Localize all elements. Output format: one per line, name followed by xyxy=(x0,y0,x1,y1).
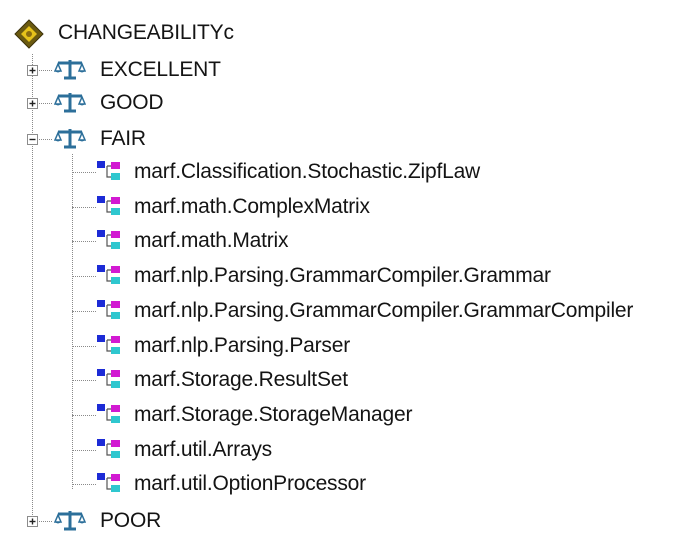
class-node[interactable]: marf.util.Arrays xyxy=(96,433,272,467)
tree-connector xyxy=(72,415,96,416)
tree-connector xyxy=(72,241,96,242)
class-hierarchy-icon xyxy=(96,472,122,499)
tree-connector xyxy=(72,207,96,208)
tree-connector xyxy=(72,346,96,347)
tree-root-node[interactable]: CHANGEABILITYc xyxy=(14,16,234,50)
class-node-label: marf.Storage.StorageManager xyxy=(134,403,413,426)
tree-node-excellent[interactable]: EXCELLENT xyxy=(53,53,221,87)
tree-connector xyxy=(72,484,96,485)
class-node[interactable]: marf.Classification.Stochastic.ZipfLaw xyxy=(96,155,480,189)
expand-toggle[interactable] xyxy=(27,65,38,76)
scales-icon xyxy=(53,58,87,85)
expand-toggle[interactable] xyxy=(27,98,38,109)
scales-icon xyxy=(53,509,87,536)
class-node-label: marf.util.OptionProcessor xyxy=(134,472,366,495)
scales-icon xyxy=(53,127,87,154)
tree-root-label: CHANGEABILITYc xyxy=(58,21,234,44)
class-node[interactable]: marf.Storage.ResultSet xyxy=(96,363,348,397)
class-node[interactable]: marf.util.OptionProcessor xyxy=(96,467,366,501)
class-node-label: marf.nlp.Parsing.Parser xyxy=(134,334,350,357)
class-hierarchy-icon xyxy=(96,264,122,291)
tree-connector xyxy=(72,172,96,173)
tree-node-poor[interactable]: POOR xyxy=(53,504,162,538)
tree-node-label: EXCELLENT xyxy=(100,58,221,81)
tree-node-good[interactable]: GOOD xyxy=(53,86,164,120)
collapse-toggle[interactable] xyxy=(27,134,38,145)
scales-icon xyxy=(53,91,87,118)
expand-toggle[interactable] xyxy=(27,516,38,527)
class-node-label: marf.Storage.ResultSet xyxy=(134,368,348,391)
class-hierarchy-icon xyxy=(96,334,122,361)
class-node-label: marf.math.Matrix xyxy=(134,229,289,252)
tree-connector xyxy=(72,311,96,312)
tree-connector xyxy=(72,276,96,277)
diamond-node-icon xyxy=(14,19,44,54)
tree-guide-fair xyxy=(72,154,73,489)
tree-node-label: POOR xyxy=(100,509,162,532)
class-node[interactable]: marf.nlp.Parsing.GrammarCompiler.Grammar xyxy=(96,259,551,293)
class-node[interactable]: marf.nlp.Parsing.Parser xyxy=(96,329,350,363)
class-hierarchy-icon xyxy=(96,195,122,222)
class-node[interactable]: marf.math.ComplexMatrix xyxy=(96,190,370,224)
class-hierarchy-icon xyxy=(96,299,122,326)
class-hierarchy-icon xyxy=(96,403,122,430)
class-node[interactable]: marf.Storage.StorageManager xyxy=(96,398,412,432)
class-hierarchy-icon xyxy=(96,368,122,395)
class-node-label: marf.util.Arrays xyxy=(134,438,272,461)
tree-view[interactable]: CHANGEABILITYc EXCELLENT GOOD FAIR marf.Cla… xyxy=(0,0,695,536)
class-node-label: marf.nlp.Parsing.GrammarCompiler.Grammar… xyxy=(134,299,634,322)
tree-node-fair[interactable]: FAIR xyxy=(53,122,146,156)
class-node[interactable]: marf.math.Matrix xyxy=(96,224,289,258)
class-node-label: marf.nlp.Parsing.GrammarCompiler.Grammar xyxy=(134,264,551,287)
tree-node-label: FAIR xyxy=(100,127,146,150)
class-hierarchy-icon xyxy=(96,229,122,256)
class-node-label: marf.Classification.Stochastic.ZipfLaw xyxy=(134,160,481,183)
class-hierarchy-icon xyxy=(96,160,122,187)
tree-node-label: GOOD xyxy=(100,91,164,114)
class-hierarchy-icon xyxy=(96,438,122,465)
tree-connector xyxy=(72,450,96,451)
tree-connector xyxy=(72,380,96,381)
class-node-label: marf.math.ComplexMatrix xyxy=(134,195,370,218)
class-node[interactable]: marf.nlp.Parsing.GrammarCompiler.Grammar… xyxy=(96,294,633,328)
tree-guide-root xyxy=(32,54,33,523)
